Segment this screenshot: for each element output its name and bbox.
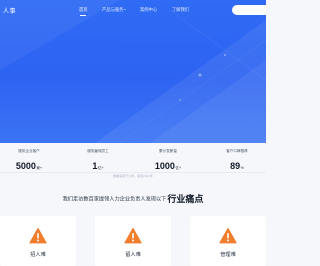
pain-heading-emphasis: 行业痛点 [167,194,204,205]
stat-unit: 亿+ [175,166,182,170]
pain-card-management[interactable]: 管理难 [190,216,266,266]
stat-recommendation: 客户口碑推荐 89% [212,149,262,174]
stat-unit: % [240,166,244,170]
nav-item-products[interactable]: 产品与服务 [102,7,127,13]
stat-payroll: 累计发薪量 1000亿+ [143,149,193,174]
stat-label: 服务雇佣员工 [87,149,109,153]
nav-item-label: 首页 [79,7,88,12]
hero-banner: 人事 首页 产品与服务 案例中心 了解我们 [0,0,266,143]
pain-heading-lead: 我们走访数百家提领人力企业负责人发现以下 [62,196,167,203]
pain-card-retention[interactable]: 留人难 [95,216,171,266]
pain-card-label: 管理难 [220,252,236,258]
stat-value: 89 [230,161,241,171]
stats-divider [0,172,266,173]
warning-icon [29,228,47,244]
top-navbar: 人事 首页 产品与服务 案例中心 了解我们 [0,0,266,22]
stat-label: 服务企业客户 [18,149,40,153]
stat-customers: 服务企业客户 5000家+ [4,149,54,174]
pain-card-hiring[interactable]: 招人难 [0,216,76,266]
chevron-down-icon [124,9,127,11]
warning-icon [124,228,142,244]
stat-label: 累计发薪量 [159,149,177,153]
nav-active-indicator [80,15,86,16]
nav-item-cases[interactable]: 案例中心 [140,7,157,13]
nav-item-label: 产品与服务 [102,7,124,12]
nav-item-about[interactable]: 了解我们 [172,7,189,13]
nav-search-box[interactable] [232,5,266,15]
stat-value: 5000 [15,161,36,171]
stats-bar: 服务企业客户 5000家+ 服务雇佣员工 1亿+ 累计发薪量 1000亿+ 客户… [0,143,266,173]
nav-item-home[interactable]: 首页 [79,7,88,13]
nav-item-label: 了解我们 [172,7,190,12]
pain-card-label: 留人难 [125,252,141,258]
nav-item-label: 案例中心 [140,7,158,12]
stat-label: 客户口碑推荐 [226,149,248,153]
stat-employees: 服务雇佣员工 1亿+ [73,149,123,174]
stat-unit: 家+ [36,166,43,170]
warning-icon [219,228,237,244]
stats-footnote: 数据来源于公司，截至2023年 [113,174,153,178]
stat-unit: 亿+ [97,166,104,170]
pain-section-heading: 我们走访数百家提领人力企业负责人发现以下行业痛点 [0,190,266,208]
stat-value: 1000 [154,161,175,171]
stat-value: 1 [92,161,98,171]
site-logo[interactable]: 人事 [3,6,16,15]
pain-card-label: 招人难 [30,252,46,258]
